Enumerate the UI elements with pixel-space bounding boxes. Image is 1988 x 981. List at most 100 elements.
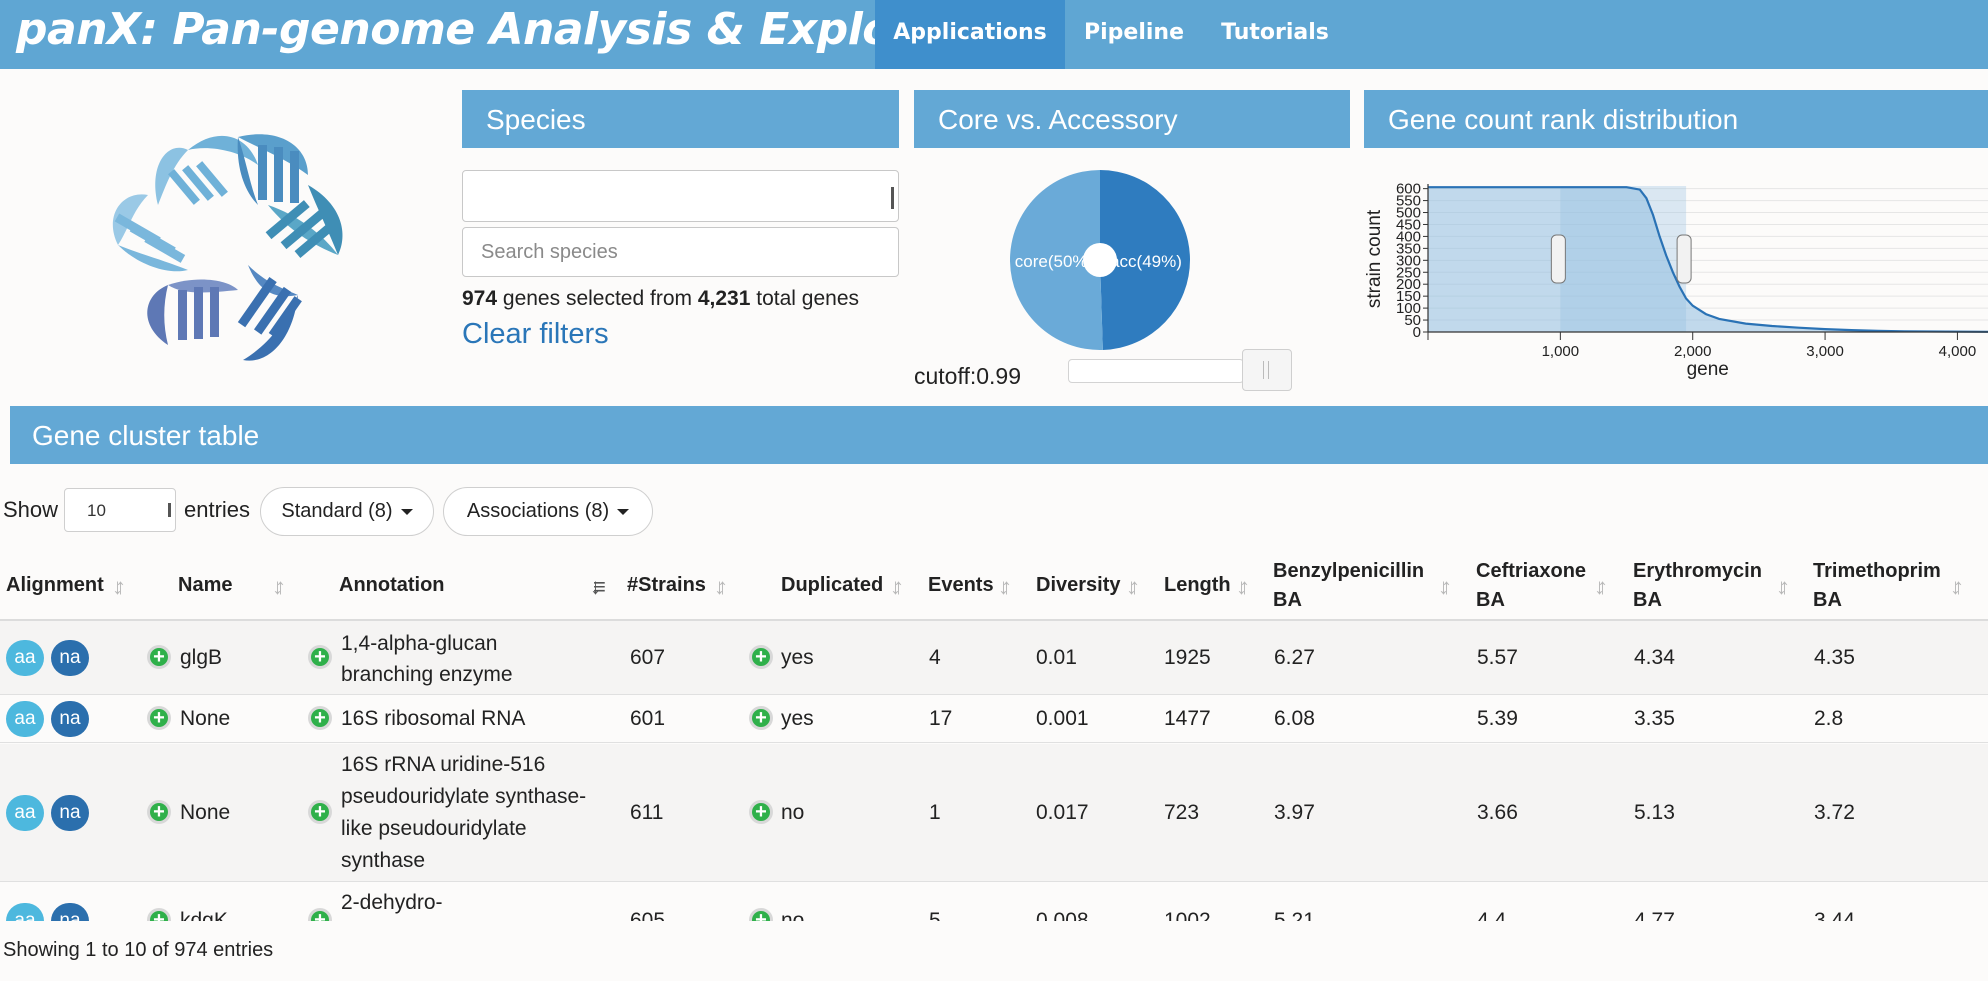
show-label: Show [3,497,59,522]
expand-plus-icon[interactable] [147,905,171,921]
pie-label-acc: acc(49%) [1110,252,1182,271]
sort-icon[interactable]: ↓↑ [1950,574,1964,600]
col-erythromycin[interactable]: Erythromycin BA [1633,557,1762,615]
aa-alignment-button[interactable]: aa [6,903,44,921]
pie-label-core: core(50%) [1015,252,1093,271]
sort-icon[interactable]: ↓↑ [112,574,126,600]
cutoff-slider-handle[interactable] [1242,349,1292,391]
entries-value: 10 [87,501,106,520]
caret-down-icon [617,508,630,515]
gene-annotation-line: 1,4-alpha-glucan [341,632,498,655]
sort-active-icon[interactable]: ↓≡ [590,574,606,600]
sort-icon[interactable]: ↓↑ [890,574,904,600]
clear-filters-link[interactable]: Clear filters [462,318,609,351]
expand-plus-icon[interactable] [749,703,773,733]
sort-icon[interactable]: ↓↑ [714,574,728,600]
col-name[interactable]: Name [178,571,232,600]
expand-plus-icon[interactable] [308,797,332,827]
panx-dna-logo-icon [112,134,343,361]
sort-icon[interactable]: ↓↑ [1126,574,1140,600]
col-benzylpenicillin-line1: Benzylpenicillin [1273,560,1425,582]
aa-alignment-button[interactable]: aa [6,701,44,737]
na-alignment-button[interactable]: na [51,701,89,737]
select-caret-icon [168,503,171,517]
nav-applications[interactable]: Applications [875,0,1065,69]
benzylpenicillin-value: 5.21 [1274,909,1315,921]
col-annotation[interactable]: Annotation [339,571,445,600]
ceftriaxone-value: 5.39 [1477,707,1518,730]
sort-icon[interactable]: ↓↑ [272,574,286,600]
strain-count: 605 [630,909,666,921]
col-alignment[interactable]: Alignment [6,571,104,600]
entries-label: entries [184,497,251,522]
expand-plus-icon[interactable] [308,642,332,672]
expand-plus-icon[interactable] [308,905,332,921]
aa-alignment-button[interactable]: aa [6,640,44,676]
na-alignment-button[interactable]: na [51,795,89,831]
na-alignment-button[interactable]: na [51,903,89,921]
expand-plus-icon[interactable] [749,642,773,672]
cutoff-slider-track[interactable] [1068,359,1244,383]
gene-annotation-line: synthase [341,849,426,872]
trimethoprim-value: 4.35 [1814,646,1855,669]
core-vs-accessory-header: Core vs. Accessory [914,90,1350,148]
table-row[interactable]: aa na None 16S rRNA uridine-516 pseudour… [0,744,1988,882]
gene-annotation-line: 16S ribosomal RNA [341,707,526,730]
sort-icon[interactable]: ↓↑ [998,574,1012,600]
col-length[interactable]: Length [1164,571,1231,600]
sort-icon[interactable]: ↓↑ [1236,574,1250,600]
table-row[interactable]: aa na kdgK 2-dehydro- 605 no 5 0.008 100… [0,883,1988,921]
rank-x-tick-label: 2,000 [1674,343,1712,360]
benzylpenicillin-value: 3.97 [1274,801,1315,824]
entries-per-page-select[interactable]: 10 [64,488,176,532]
rank-area [1428,187,1988,332]
col-benzylpenicillin[interactable]: Benzylpenicillin BA [1273,557,1424,615]
species-search-input[interactable] [462,227,899,277]
length-value: 1477 [1164,707,1211,730]
associations-columns-dropdown[interactable]: Associations (8) [443,487,653,536]
expand-plus-icon[interactable] [147,642,171,672]
caret-down-icon [400,508,413,515]
sort-icon[interactable]: ↓↑ [1776,574,1790,600]
sort-icon[interactable]: ↓↑ [1594,574,1608,600]
col-diversity[interactable]: Diversity [1036,571,1121,600]
na-alignment-button[interactable]: na [51,640,89,676]
col-ceftriaxone[interactable]: Ceftriaxone BA [1476,557,1586,615]
expand-plus-icon[interactable] [147,797,171,827]
gene-annotation-line: pseudouridylate synthase- [341,785,587,808]
duplicated-value: no [781,801,805,824]
col-trimethoprim[interactable]: Trimethoprim BA [1813,557,1941,615]
col-events[interactable]: Events [928,571,994,600]
nav-tutorials[interactable]: Tutorials [1210,0,1340,69]
expand-plus-icon[interactable] [749,797,773,827]
table-row[interactable]: aa na None 16S ribosomal RNA 601 yes 17 … [0,696,1988,743]
col-duplicated[interactable]: Duplicated [781,571,883,600]
duplicated-value: no [781,909,805,921]
events-value: 17 [929,707,953,730]
gene-name: None [180,707,231,730]
col-benzylpenicillin-line2: BA [1273,589,1302,611]
col-ceftriaxone-line2: BA [1476,589,1505,611]
species-panel-header: Species [462,90,899,148]
gene-count-rank-chart: 050100150200250300350400450500550600 1,0… [1364,181,1988,380]
standard-columns-dropdown[interactable]: Standard (8) [260,487,434,536]
ceftriaxone-value: 4.4 [1477,909,1507,921]
nav-pipeline[interactable]: Pipeline [1073,0,1195,69]
aa-alignment-button[interactable]: aa [6,795,44,831]
expand-plus-icon[interactable] [749,905,773,921]
standard-columns-label: Standard (8) [281,500,393,522]
diversity-value: 0.017 [1036,801,1089,824]
col-strains[interactable]: #Strains [627,571,706,600]
selected-gene-count: 974 [462,287,498,310]
rank-brush-handle[interactable] [1676,234,1692,284]
sort-icon[interactable]: ↓↑ [1438,574,1452,600]
rank-brush-handle[interactable] [1550,234,1566,284]
table-row[interactable]: aa na glgB 1,4-alpha-glucan branching en… [0,621,1988,695]
erythromycin-value: 4.77 [1634,909,1675,921]
expand-plus-icon[interactable] [308,703,332,733]
trimethoprim-value: 3.44 [1814,909,1855,921]
gene-name: kdgK [180,909,228,921]
species-select[interactable] [462,170,899,222]
expand-plus-icon[interactable] [147,703,171,733]
table-body: aa na glgB 1,4-alpha-glucan branching en… [0,621,1988,921]
